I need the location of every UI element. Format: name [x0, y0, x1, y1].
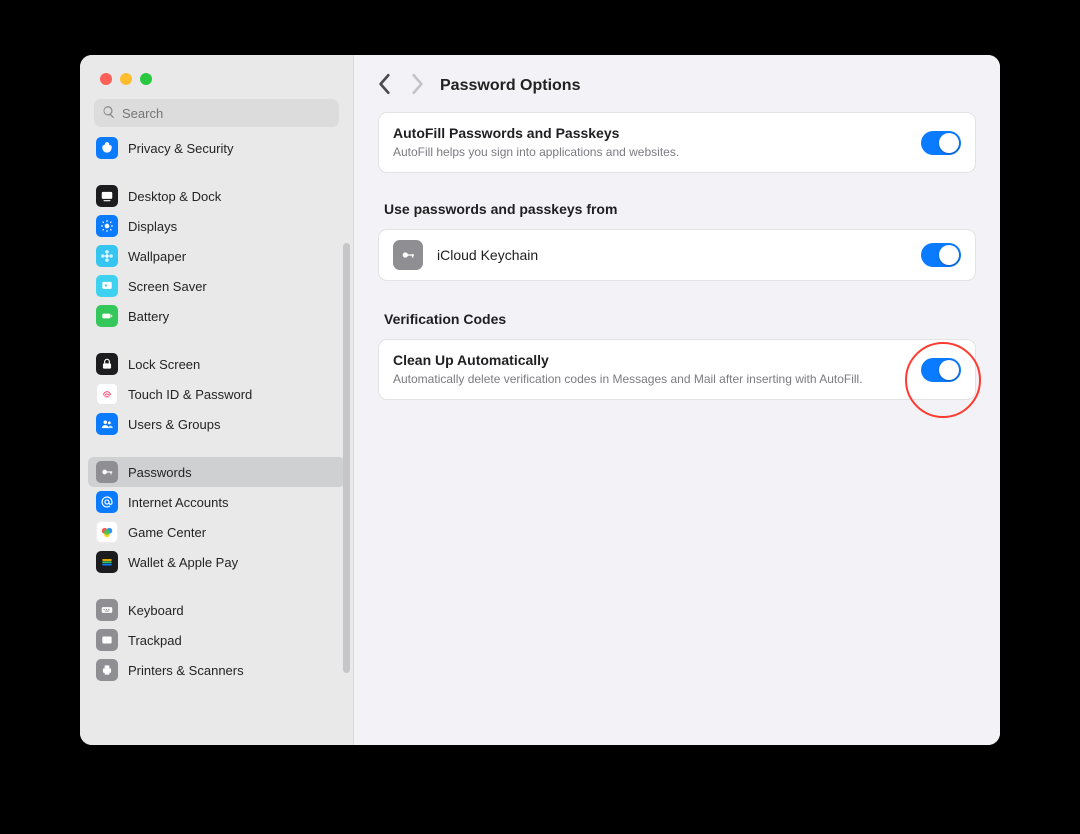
provider-label: iCloud Keychain [437, 247, 907, 263]
key-icon [393, 240, 423, 270]
cleanup-card: Clean Up Automatically Automatically del… [378, 339, 976, 400]
sidebar-item-label: Trackpad [128, 633, 182, 648]
minimize-window-button[interactable] [120, 73, 132, 85]
sidebar-item-keyboard[interactable]: Keyboard [88, 595, 345, 625]
sidebar-scrollbar[interactable] [343, 243, 350, 673]
sidebar-item-displays[interactable]: Displays [88, 211, 345, 241]
sidebar-item-lock-screen[interactable]: Lock Screen [88, 349, 345, 379]
use-from-heading: Use passwords and passkeys from [384, 201, 976, 217]
close-window-button[interactable] [100, 73, 112, 85]
sidebar-item-wallpaper[interactable]: Wallpaper [88, 241, 345, 271]
screensaver-icon [96, 275, 118, 297]
sun-icon [96, 215, 118, 237]
page-title: Password Options [440, 77, 580, 95]
keyboard-icon [96, 599, 118, 621]
sidebar-item-label: Wallet & Apple Pay [128, 555, 238, 570]
sidebar: Privacy & Security Desktop & Dock [80, 55, 354, 745]
sidebar-item-label: Passwords [128, 465, 192, 480]
wallet-icon [96, 551, 118, 573]
cleanup-desc: Automatically delete verification codes … [393, 371, 907, 387]
fingerprint-icon [96, 383, 118, 405]
autofill-desc: AutoFill helps you sign into application… [393, 144, 907, 160]
sidebar-item-label: Desktop & Dock [128, 189, 221, 204]
sidebar-item-label: Printers & Scanners [128, 663, 244, 678]
sidebar-item-wallet-apple-pay[interactable]: Wallet & Apple Pay [88, 547, 345, 577]
search-field[interactable] [94, 99, 339, 127]
search-icon [102, 105, 116, 122]
sidebar-item-label: Screen Saver [128, 279, 207, 294]
sidebar-item-desktop-dock[interactable]: Desktop & Dock [88, 181, 345, 211]
sidebar-item-label: Users & Groups [128, 417, 220, 432]
trackpad-icon [96, 629, 118, 651]
sidebar-item-screen-saver[interactable]: Screen Saver [88, 271, 345, 301]
cleanup-toggle[interactable] [921, 358, 961, 382]
sidebar-item-label: Lock Screen [128, 357, 200, 372]
sidebar-item-label: Wallpaper [128, 249, 186, 264]
sidebar-item-printers-scanners[interactable]: Printers & Scanners [88, 655, 345, 685]
autofill-toggle[interactable] [921, 131, 961, 155]
sidebar-item-game-center[interactable]: Game Center [88, 517, 345, 547]
search-input[interactable] [122, 106, 331, 121]
dock-icon [96, 185, 118, 207]
sidebar-item-label: Battery [128, 309, 169, 324]
back-button[interactable] [378, 73, 392, 98]
sidebar-scroll-area[interactable]: Privacy & Security Desktop & Dock [80, 133, 353, 745]
sidebar-item-label: Privacy & Security [128, 141, 233, 156]
sidebar-item-touch-id-password[interactable]: Touch ID & Password [88, 379, 345, 409]
verification-codes-heading: Verification Codes [384, 311, 976, 327]
sidebar-item-label: Game Center [128, 525, 206, 540]
sidebar-item-battery[interactable]: Battery [88, 301, 345, 331]
sidebar-item-users-groups[interactable]: Users & Groups [88, 409, 345, 439]
forward-button[interactable] [410, 73, 424, 98]
autofill-card: AutoFill Passwords and Passkeys AutoFill… [378, 112, 976, 173]
sidebar-item-privacy-security[interactable]: Privacy & Security [88, 133, 345, 163]
hand-raised-icon [96, 137, 118, 159]
lock-screen-icon [96, 353, 118, 375]
main-pane: Password Options AutoFill Passwords and … [354, 55, 1000, 745]
main-header: Password Options [354, 55, 1000, 112]
key-icon [96, 461, 118, 483]
sidebar-item-passwords[interactable]: Passwords [88, 457, 345, 487]
sidebar-item-trackpad[interactable]: Trackpad [88, 625, 345, 655]
cleanup-toggle-highlight [921, 358, 961, 382]
system-settings-window: Privacy & Security Desktop & Dock [80, 55, 1000, 745]
battery-icon [96, 305, 118, 327]
maximize-window-button[interactable] [140, 73, 152, 85]
game-center-icon [96, 521, 118, 543]
keychain-toggle[interactable] [921, 243, 961, 267]
autofill-title: AutoFill Passwords and Passkeys [393, 125, 907, 141]
cleanup-title: Clean Up Automatically [393, 352, 907, 368]
flower-icon [96, 245, 118, 267]
sidebar-item-label: Keyboard [128, 603, 184, 618]
nav-buttons [378, 73, 424, 98]
keychain-provider-row: iCloud Keychain [378, 229, 976, 281]
printer-icon [96, 659, 118, 681]
sidebar-item-internet-accounts[interactable]: Internet Accounts [88, 487, 345, 517]
window-controls [80, 55, 353, 85]
people-icon [96, 413, 118, 435]
sidebar-item-label: Displays [128, 219, 177, 234]
sidebar-item-label: Touch ID & Password [128, 387, 252, 402]
sidebar-item-label: Internet Accounts [128, 495, 228, 510]
at-sign-icon [96, 491, 118, 513]
